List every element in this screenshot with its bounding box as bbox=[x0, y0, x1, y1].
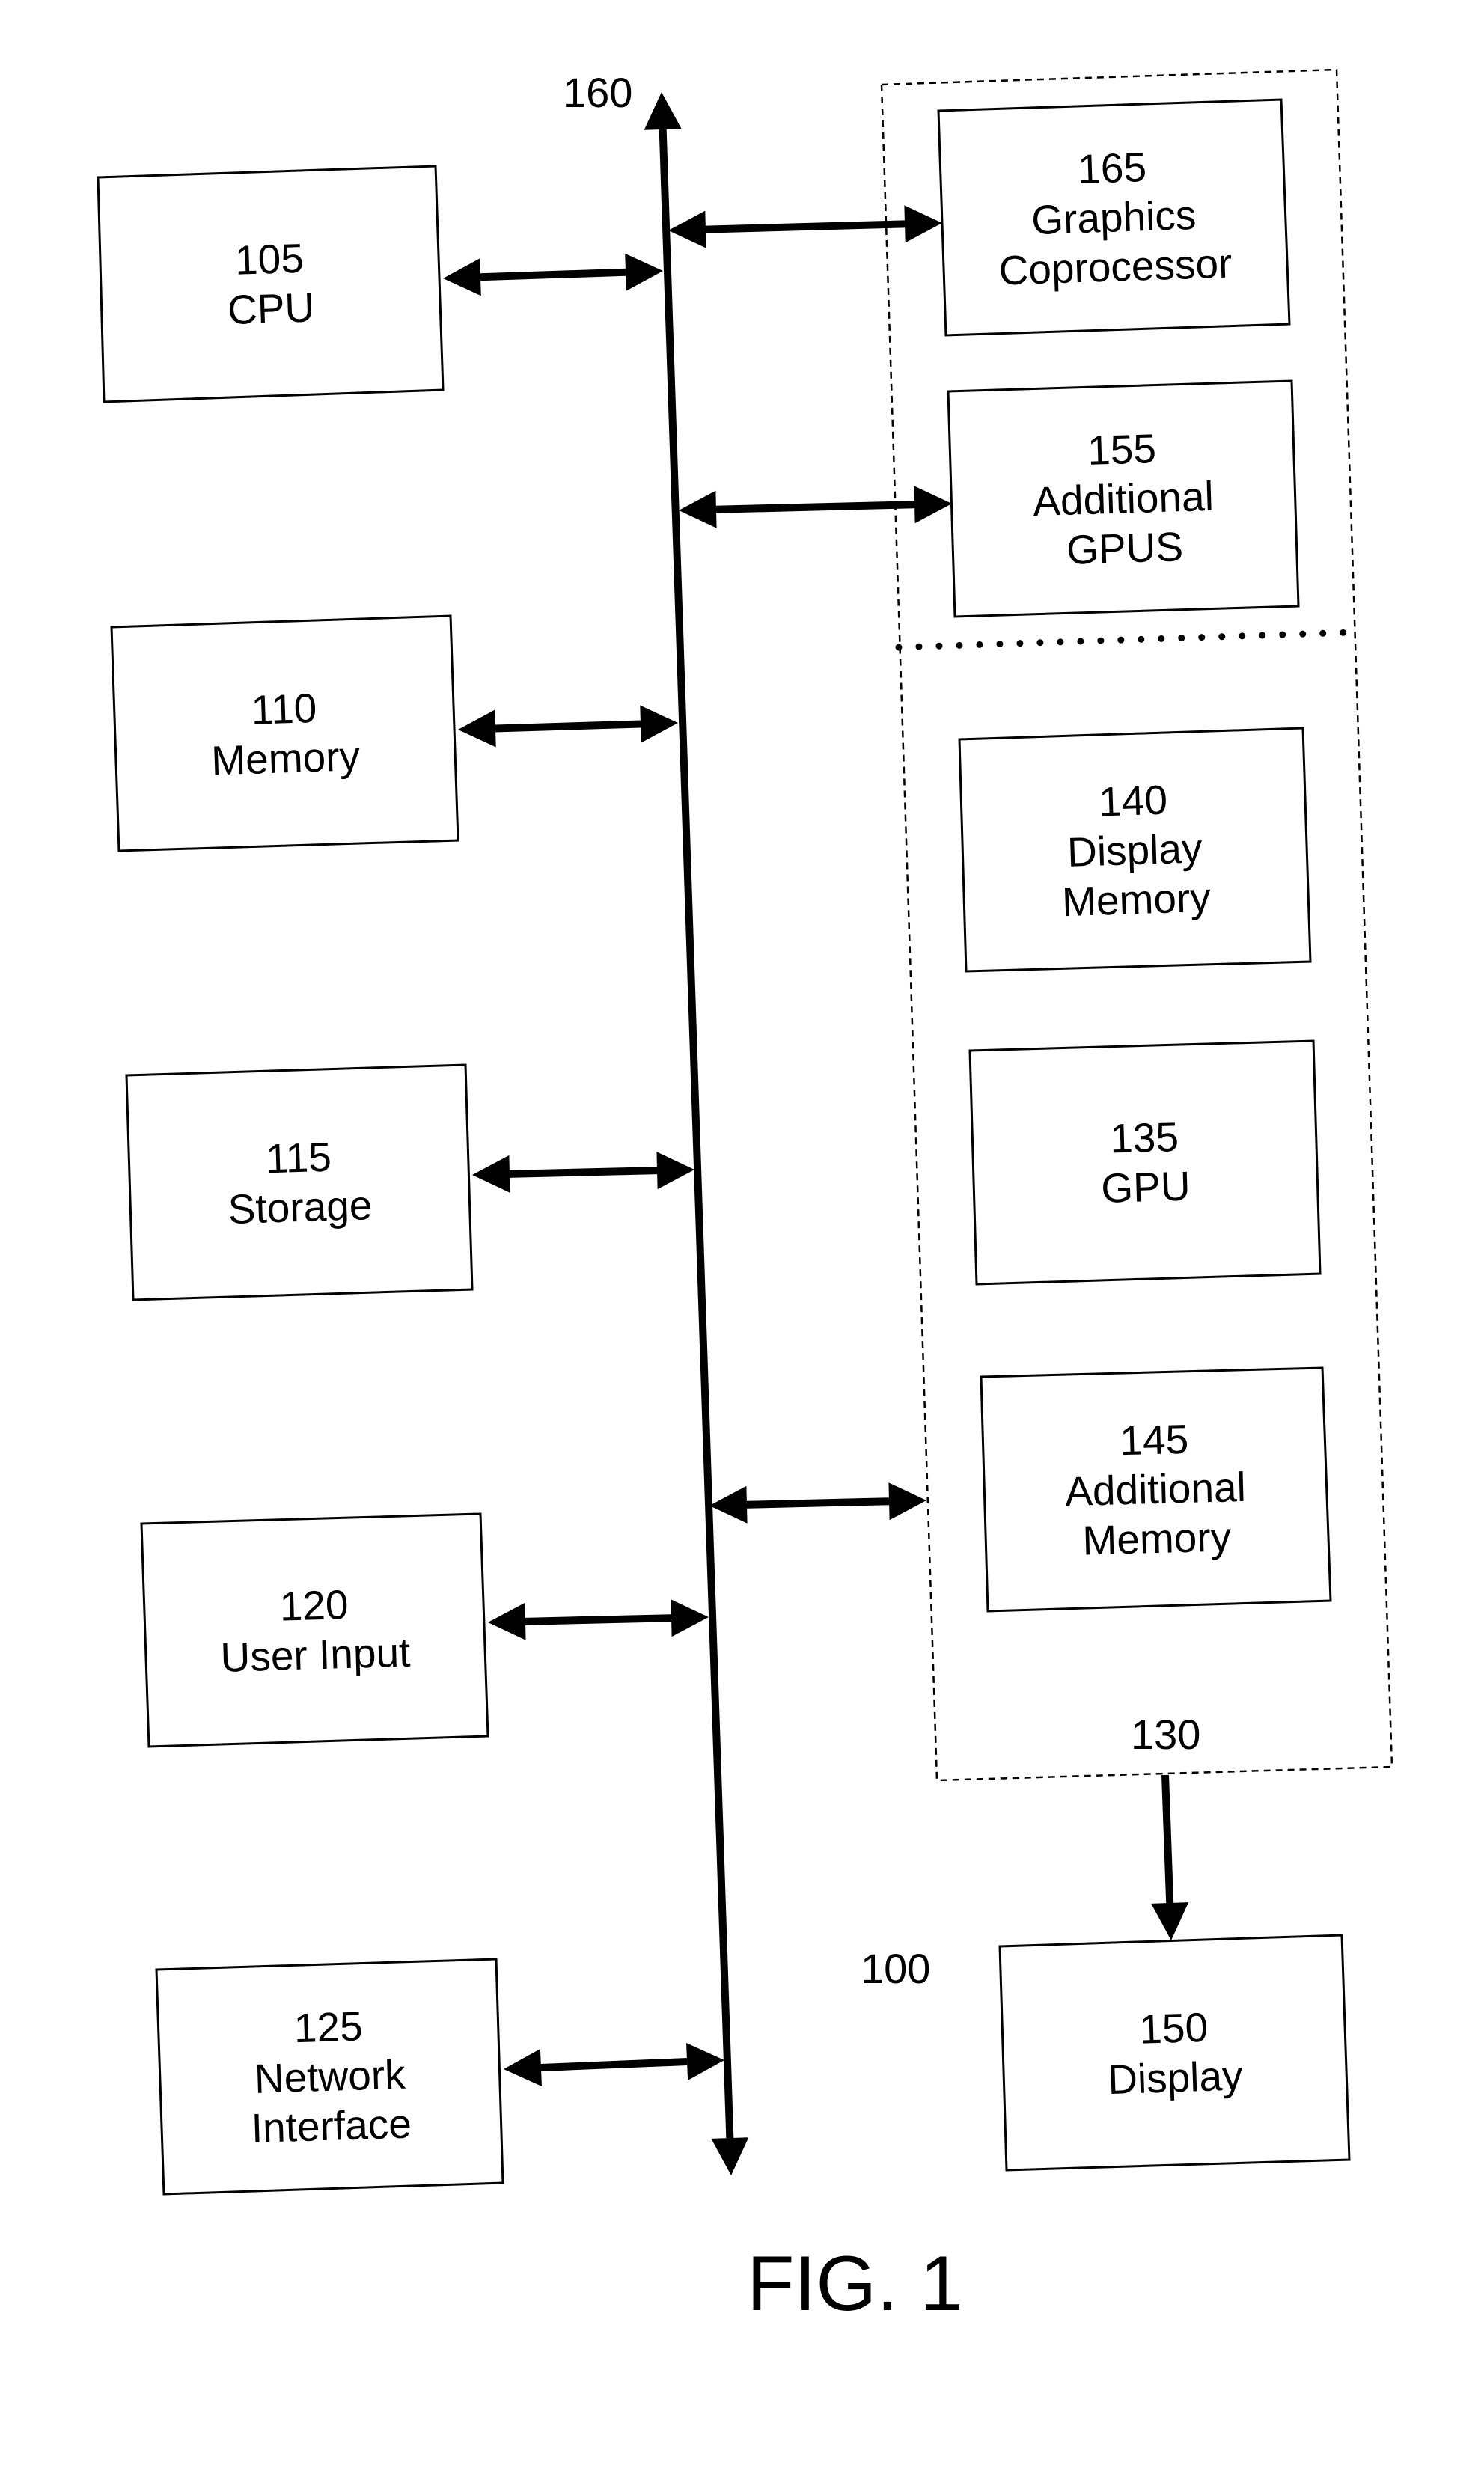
arrowhead-icon bbox=[644, 92, 682, 130]
block-ref-number: 140 bbox=[1098, 777, 1168, 825]
gpu-block: 135GPU bbox=[968, 1039, 1322, 1286]
arrowhead-icon bbox=[625, 253, 663, 291]
block-ref-number: 105 bbox=[234, 235, 305, 284]
arrowhead-icon bbox=[914, 486, 952, 524]
bus-graphics-coprocessor-connector bbox=[668, 205, 942, 248]
block-name-line: Additional bbox=[1032, 473, 1214, 525]
block-name-line: Additional bbox=[1064, 1464, 1246, 1515]
system-bus-line bbox=[644, 92, 749, 2175]
block-ref-number: 155 bbox=[1087, 425, 1157, 474]
arrowhead-icon bbox=[488, 1602, 526, 1640]
connector-line bbox=[1161, 1774, 1174, 1904]
block-name-line: GPU bbox=[1100, 1163, 1191, 1212]
cpu-block: 105CPU bbox=[97, 165, 445, 403]
user-input-block: 120User Input bbox=[140, 1512, 489, 1748]
block-outline bbox=[998, 1934, 1351, 2172]
block-ref-number: 165 bbox=[1077, 144, 1147, 192]
subsystem-divider bbox=[895, 629, 1355, 651]
block-ref-number: 135 bbox=[1109, 1114, 1179, 1162]
storage-block: 115Storage bbox=[125, 1063, 474, 1301]
additional-memory-block: 145AdditionalMemory bbox=[980, 1366, 1332, 1613]
storage-bus-connector bbox=[472, 1152, 694, 1193]
arrowhead-icon bbox=[711, 2137, 749, 2175]
additional-gpus-block: 155AdditionalGPUS bbox=[947, 379, 1300, 618]
block-name-line: Memory bbox=[210, 733, 361, 784]
block-outline bbox=[140, 1512, 489, 1748]
connector-line bbox=[495, 720, 641, 733]
block-name-line: Graphics bbox=[1030, 192, 1197, 243]
arrowhead-icon bbox=[679, 490, 717, 528]
arrowhead-icon bbox=[640, 705, 678, 743]
network-interface-block: 125NetworkInterface bbox=[155, 1958, 504, 2196]
arrowhead-icon bbox=[472, 1155, 510, 1193]
block-outline bbox=[97, 165, 445, 403]
figure-title: FIG. 1 bbox=[747, 2241, 963, 2327]
arrowhead-icon bbox=[1151, 1902, 1189, 1940]
arrowhead-icon bbox=[686, 2043, 724, 2081]
block-ref-number: 145 bbox=[1120, 1416, 1189, 1464]
arrowhead-icon bbox=[709, 1485, 748, 1524]
block-name-line: Memory bbox=[1061, 874, 1212, 925]
bus-ref-label: 160 bbox=[563, 69, 632, 116]
block-name-line: Memory bbox=[1082, 1513, 1233, 1563]
block-outline bbox=[110, 614, 459, 852]
block-outline bbox=[125, 1063, 474, 1301]
arrowhead-icon bbox=[888, 1482, 926, 1521]
block-name-line: Display bbox=[1107, 2052, 1244, 2103]
connector-line bbox=[715, 501, 915, 513]
block-ref-number: 120 bbox=[279, 1581, 349, 1630]
arrowhead-icon bbox=[671, 1599, 709, 1637]
connector-line bbox=[659, 129, 734, 2139]
graphics-subsystem-display-connector bbox=[1151, 1774, 1189, 1940]
connector-line bbox=[509, 1167, 658, 1178]
connector-line bbox=[746, 1497, 890, 1509]
arrowhead-icon bbox=[443, 258, 481, 296]
block-name-line: User Input bbox=[220, 1629, 411, 1681]
block-ref-number: 125 bbox=[293, 2003, 364, 2051]
block-name-line: Network bbox=[254, 2051, 406, 2102]
user-input-bus-connector bbox=[488, 1599, 709, 1640]
connector-line bbox=[525, 1614, 672, 1625]
connector-line bbox=[705, 220, 906, 233]
graphics-coprocessor-block: 165GraphicsCoprocessor bbox=[937, 98, 1291, 337]
block-name-line: CPU bbox=[227, 284, 315, 333]
network-interface-bus-connector bbox=[504, 2043, 724, 2086]
arrowhead-icon bbox=[458, 709, 496, 748]
bus-additional-gpus-connector bbox=[679, 486, 952, 528]
system-block-diagram: 105CPU 110Memory 115Storage 120User Inpu… bbox=[97, 68, 1393, 2327]
block-ref-number: 150 bbox=[1138, 2004, 1209, 2053]
memory-bus-connector bbox=[458, 705, 678, 748]
arrowhead-icon bbox=[656, 1152, 694, 1190]
connector-line bbox=[480, 268, 626, 281]
bus-graphics-subsystem-connector bbox=[709, 1482, 926, 1524]
arrowhead-icon bbox=[668, 210, 706, 248]
block-ref-number: 110 bbox=[251, 685, 318, 733]
block-name-line: Display bbox=[1066, 825, 1203, 876]
arrowhead-icon bbox=[504, 2048, 542, 2086]
block-name-line: Interface bbox=[251, 2100, 412, 2151]
block-name-line: GPUS bbox=[1066, 523, 1184, 573]
block-name-line: Coprocessor bbox=[998, 239, 1233, 293]
system-bus bbox=[644, 92, 749, 2175]
system-ref-label: 100 bbox=[861, 1945, 930, 1992]
memory-block: 110Memory bbox=[110, 614, 459, 852]
display-block: 150Display bbox=[998, 1934, 1351, 2172]
block-name-line: Storage bbox=[228, 1182, 373, 1232]
block-ref-number: 115 bbox=[265, 1134, 332, 1182]
display-memory-block: 140DisplayMemory bbox=[958, 727, 1312, 973]
graphics-subsystem-ref-label: 130 bbox=[1131, 1711, 1200, 1758]
arrowhead-icon bbox=[904, 205, 942, 243]
cpu-bus-connector bbox=[443, 253, 663, 296]
block-outline bbox=[968, 1039, 1322, 1286]
connector-line bbox=[540, 2058, 688, 2071]
